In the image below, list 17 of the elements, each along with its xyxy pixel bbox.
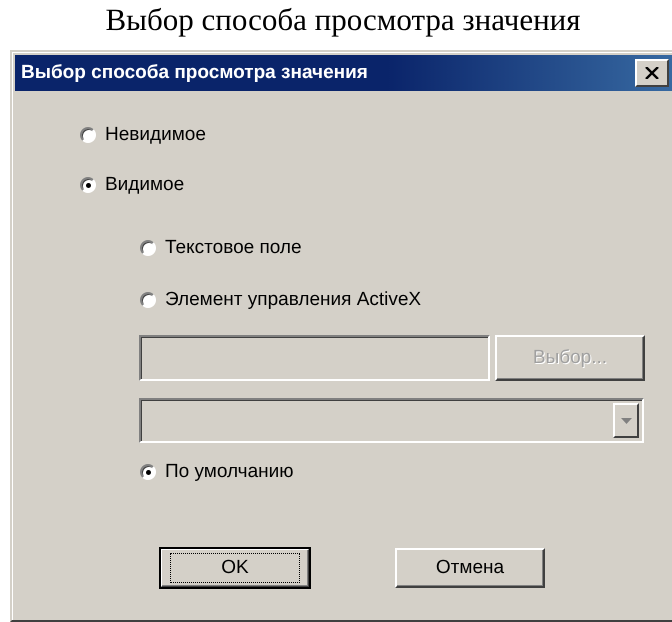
radio-option[interactable]: По умолчанию — [140, 460, 294, 484]
radio-option[interactable]: Видимое — [80, 173, 184, 197]
cancel-button[interactable]: Отмена — [395, 548, 545, 588]
radio-circle[interactable] — [80, 127, 96, 143]
close-icon — [645, 67, 659, 79]
radio-option[interactable]: Элемент управления ActiveX — [140, 288, 422, 312]
page-heading: Выбор способа просмотра значения — [104, 1, 582, 39]
window-title: Выбор способа просмотра значения — [21, 62, 368, 84]
radio-option[interactable]: Текстовое поле — [140, 236, 302, 260]
radio-option[interactable]: Невидимое — [80, 123, 206, 147]
caret-icon — [620, 418, 632, 424]
close-button[interactable] — [635, 59, 669, 87]
radio-circle[interactable] — [140, 464, 156, 480]
radio-circle[interactable] — [80, 177, 96, 193]
radio-circle[interactable] — [140, 240, 156, 256]
radio-circle[interactable] — [140, 292, 156, 308]
ok-button[interactable]: OK — [160, 548, 310, 588]
